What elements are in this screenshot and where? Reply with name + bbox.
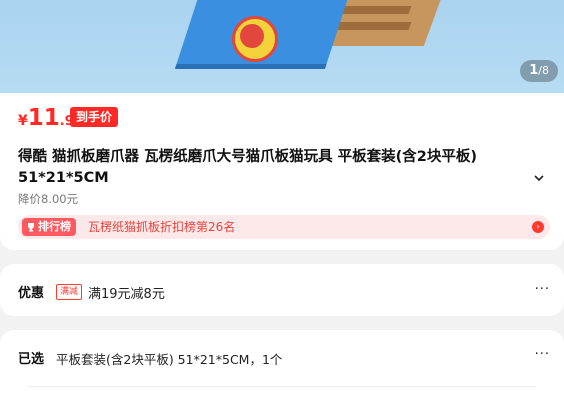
product-title: 得酷 猫抓板磨爪器 瓦楞纸磨爪大号猫爪板猫玩具 平板套装(含2块平板) 51*2…	[18, 149, 477, 186]
selection-text: 平板套装(含2块平板) 51*21*5CM，1个	[56, 352, 283, 367]
promotion-badge: 满减	[56, 284, 83, 300]
price-integer: 11	[27, 105, 60, 131]
gallery-page-indicator: 1/8	[520, 60, 558, 82]
price-tag-badge: 到手价	[70, 107, 119, 127]
selection-row[interactable]: 已选 平板套装(含2块平板) 51*21*5CM，1个 ···	[0, 330, 564, 402]
ranking-text: 瓦楞纸猫抓板折扣榜第26名	[88, 220, 236, 234]
more-icon[interactable]: ···	[535, 282, 550, 297]
promotion-row[interactable]: 优惠 满减 满19元减8元 ···	[0, 264, 564, 316]
ranking-banner[interactable]: 排行榜 瓦楞纸猫抓板折扣榜第26名 ›	[18, 215, 550, 239]
price-drop-text: 降价8.00元	[18, 192, 79, 206]
promotion-text: 满19元减8元	[88, 287, 165, 302]
expand-chevron-icon[interactable]	[534, 173, 544, 183]
chevron-right-icon: ›	[532, 221, 544, 233]
product-image-logo-center	[240, 24, 264, 48]
selection-label: 已选	[18, 352, 45, 367]
ranking-badge: 排行榜	[22, 218, 76, 236]
trophy-icon	[28, 223, 34, 232]
gallery-current-page: 1	[529, 63, 539, 78]
more-icon[interactable]: ···	[535, 347, 550, 362]
product-info-card: ¥11.90 到手价 得酷 猫抓板磨爪器 瓦楞纸磨爪大号猫爪板猫玩具 平板套装(…	[0, 93, 564, 250]
ranking-badge-label: 排行榜	[38, 220, 71, 233]
gallery-total-pages: /8	[538, 64, 549, 77]
product-image-gallery[interactable]: 1/8	[0, 0, 564, 93]
promotion-label: 优惠	[18, 286, 45, 301]
divider	[28, 386, 536, 387]
price-currency: ¥	[18, 113, 28, 129]
